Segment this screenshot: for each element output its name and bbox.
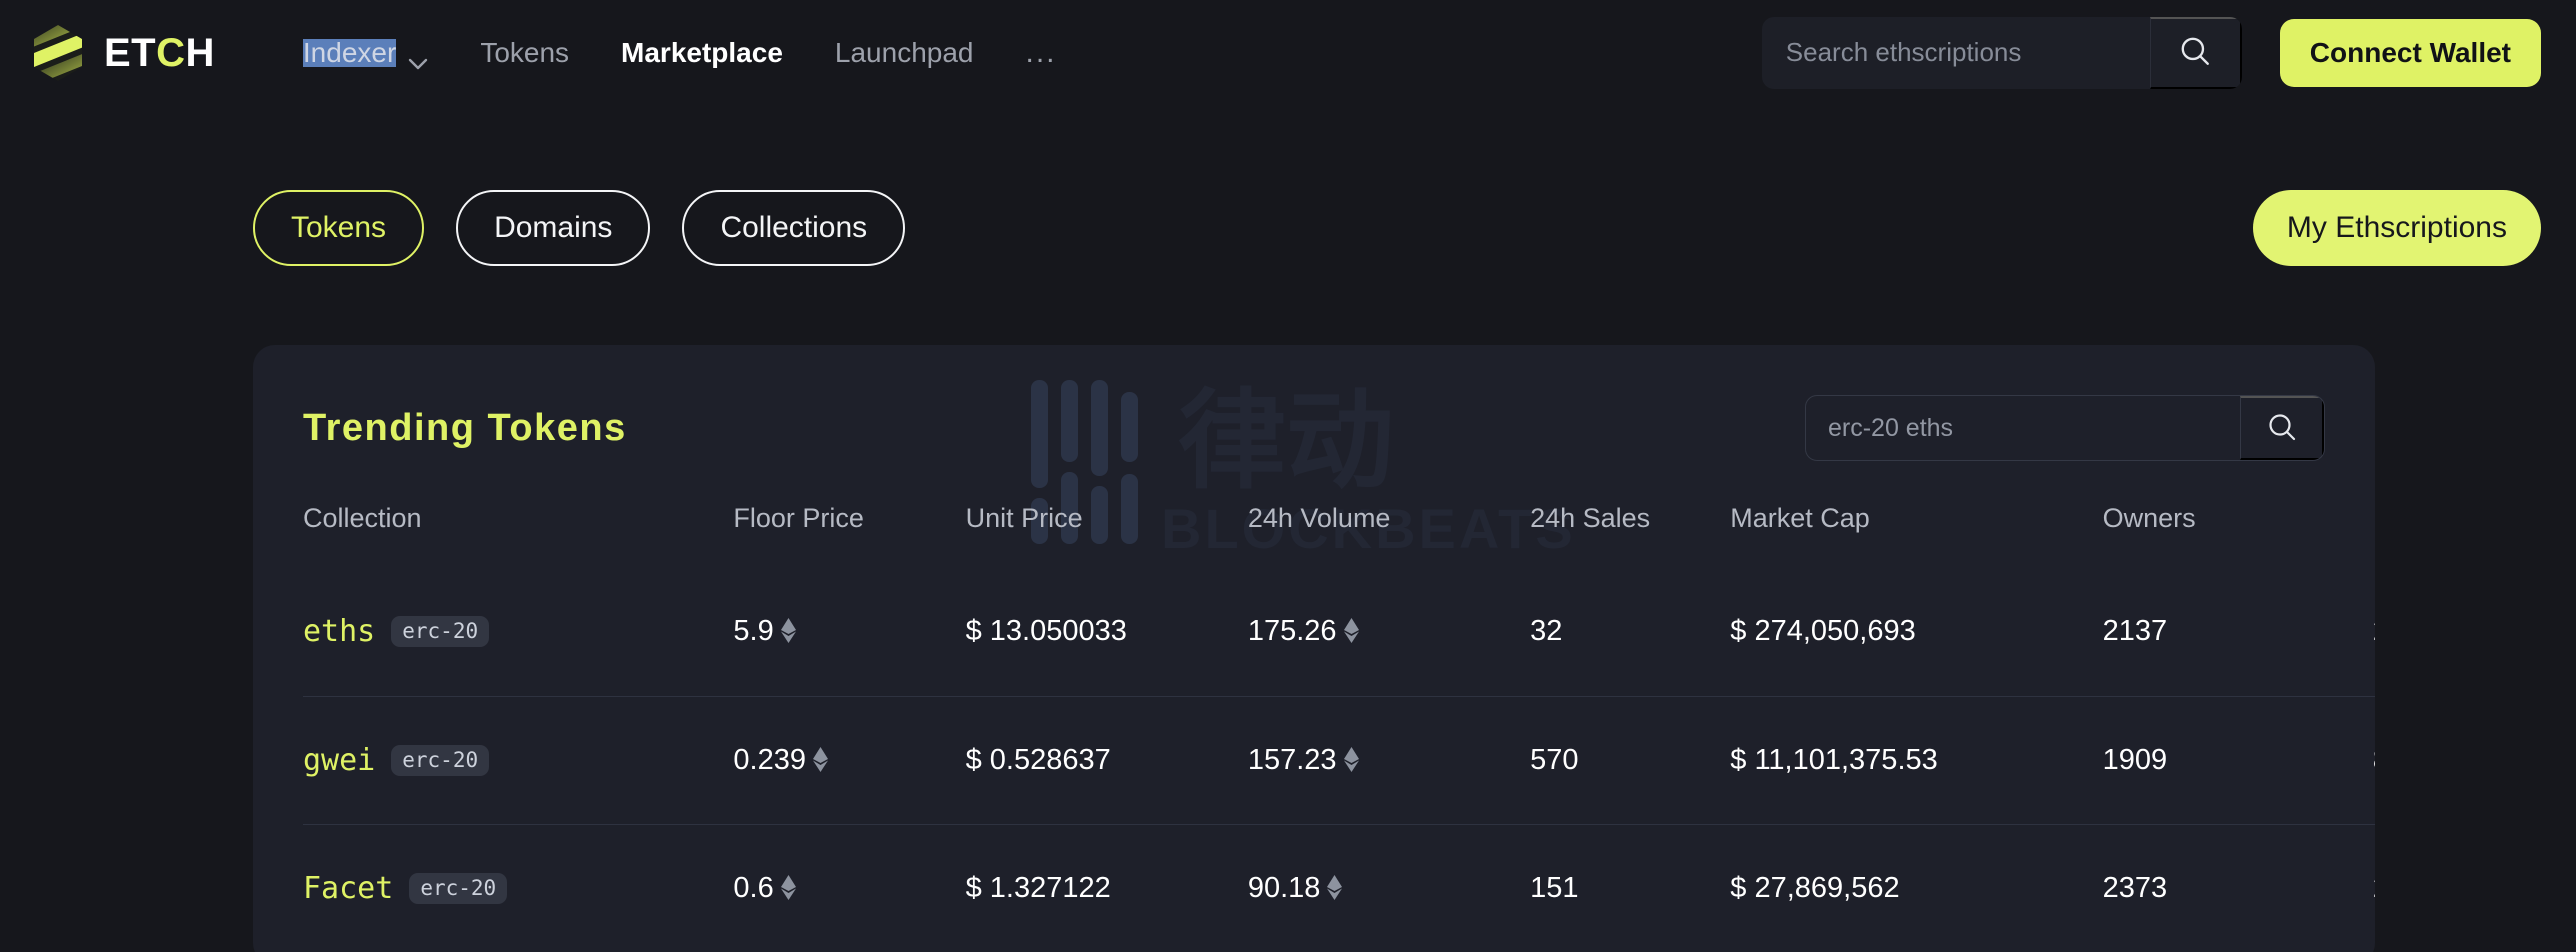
collection-link[interactable]: eths erc-20 [303,614,489,649]
table-row[interactable]: Facet erc-20 0.6 $ 1.327122 90.18 151 [303,824,2375,952]
my-ethscriptions-button[interactable]: My Ethscriptions [2253,190,2541,266]
col-header-24h-sales[interactable]: 24h Sales [1530,503,1730,568]
filter-bar: Tokens Domains Collections My Ethscripti… [0,173,2576,283]
cell-owners: 1909 [2103,696,2373,824]
filter-pill-collections[interactable]: Collections [682,190,905,266]
cell-floor-price: 5.9 [733,568,965,696]
status-badge: erc-20 [409,873,507,904]
nav-item-more[interactable]: ... [999,38,1082,68]
connect-wallet-button[interactable]: Connect Wallet [2280,19,2541,87]
cell-24h-volume: 90.18 [1248,824,1530,952]
brand[interactable]: ETCH [28,23,215,83]
search-icon [2266,411,2298,446]
app-header: ETCH Indexer Tokens Marketplace Launchpa… [0,0,2576,105]
cell-owners: 2373 [2103,824,2373,952]
table-row[interactable]: eths erc-20 5.9 $ 13.050033 175.26 32 [303,568,2375,696]
floor-price-value: 0.6 [733,872,773,905]
ethereum-icon [1344,618,1359,643]
cell-owners: 2137 [2103,568,2373,696]
cell-floor-price: 0.239 [733,696,965,824]
cell-collection[interactable]: Facet erc-20 [303,824,733,952]
nav-item-indexer[interactable]: Indexer [277,39,454,67]
collection-link[interactable]: gwei erc-20 [303,743,489,778]
page-title: Trending Tokens [303,407,627,450]
cell-24h-sales: 570 [1530,696,1730,824]
chevron-down-icon [408,47,428,59]
filter-pill-tokens[interactable]: Tokens [253,190,424,266]
volume-value: 90.18 [1248,872,1321,905]
floor-price-value: 0.239 [733,744,806,777]
table-row[interactable]: gwei erc-20 0.239 $ 0.528637 157.23 570 [303,696,2375,824]
filter-pill-domains[interactable]: Domains [456,190,650,266]
nav-item-label: Tokens [480,39,569,67]
floor-price-value: 5.9 [733,615,773,648]
nav-item-label: Launchpad [835,39,974,67]
nav-item-launchpad[interactable]: Launchpad [809,39,1000,67]
search-submit-button[interactable] [2150,17,2242,89]
cell-24h-volume: 175.26 [1248,568,1530,696]
nav-item-label: Indexer [303,39,396,67]
col-header-extra[interactable] [2373,503,2375,568]
ethereum-icon [781,618,796,643]
col-header-owners[interactable]: Owners [2103,503,2373,568]
cell-24h-sales: 151 [1530,824,1730,952]
status-badge: erc-20 [391,616,489,647]
volume-value: 157.23 [1248,744,1337,777]
status-badge: erc-20 [391,745,489,776]
card-header: Trending Tokens [253,345,2375,461]
nav-item-marketplace[interactable]: Marketplace [595,39,809,67]
etch-hex-logo-icon [28,23,88,83]
volume-value: 175.26 [1248,615,1337,648]
cell-24h-volume: 157.23 [1248,696,1530,824]
col-header-24h-volume[interactable]: 24h Volume [1248,503,1530,568]
token-search[interactable] [1805,395,2325,461]
ethereum-icon [1344,747,1359,772]
cell-extra: 2 [2373,568,2375,696]
table-header-row: Collection Floor Price Unit Price 24h Vo… [303,503,2375,568]
collection-name: eths [303,614,375,649]
col-header-collection[interactable]: Collection [303,503,733,568]
nav-item-tokens[interactable]: Tokens [454,39,595,67]
col-header-market-cap[interactable]: Market Cap [1730,503,2102,568]
ethereum-icon [781,875,796,900]
cell-extra: 2 [2373,824,2375,952]
trending-tokens-table-wrap: Collection Floor Price Unit Price 24h Vo… [253,503,2375,952]
collection-name: gwei [303,743,375,778]
cell-unit-price: $ 0.528637 [966,696,1248,824]
collection-link[interactable]: Facet erc-20 [303,871,507,906]
nav-item-label: ... [1025,38,1056,68]
token-search-submit-button[interactable] [2240,396,2324,460]
ethereum-icon [1327,875,1342,900]
token-search-input[interactable] [1806,396,2240,460]
cell-unit-price: $ 1.327122 [966,824,1248,952]
search-input[interactable] [1762,17,2150,89]
nav-item-label: Marketplace [621,39,783,67]
table-body: eths erc-20 5.9 $ 13.050033 175.26 32 [303,568,2375,952]
cell-unit-price: $ 13.050033 [966,568,1248,696]
collection-name: Facet [303,871,393,906]
search-icon [2178,34,2212,71]
trending-tokens-table: Collection Floor Price Unit Price 24h Vo… [303,503,2375,952]
cell-extra: 8 [2373,696,2375,824]
cell-market-cap: $ 11,101,375.53 [1730,696,2102,824]
cell-collection[interactable]: gwei erc-20 [303,696,733,824]
trending-tokens-card: 律动 BLOCKBEATS Trending Tokens [253,345,2375,952]
cell-collection[interactable]: eths erc-20 [303,568,733,696]
header-search[interactable] [1762,17,2242,89]
cell-floor-price: 0.6 [733,824,965,952]
col-header-floor-price[interactable]: Floor Price [733,503,965,568]
cell-market-cap: $ 274,050,693 [1730,568,2102,696]
header-right: Connect Wallet [1762,17,2541,89]
cell-24h-sales: 32 [1530,568,1730,696]
ethereum-icon [813,747,828,772]
brand-name: ETCH [104,33,215,73]
main-nav: Indexer Tokens Marketplace Launchpad ... [277,38,1083,68]
cell-market-cap: $ 27,869,562 [1730,824,2102,952]
col-header-unit-price[interactable]: Unit Price [966,503,1248,568]
